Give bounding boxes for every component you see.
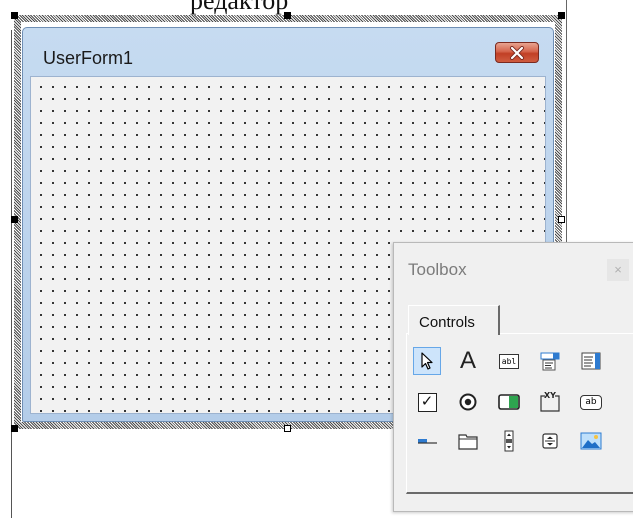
toolbox-close-button[interactable]: ×	[607, 259, 629, 281]
image-icon	[580, 432, 602, 450]
toolbox-title: Toolbox	[408, 260, 467, 279]
userform-title: UserForm1	[43, 48, 134, 68]
vba-editor-canvas: редактор UserForm1 Toolbox × Controls A …	[0, 0, 633, 518]
userform-close-button[interactable]	[495, 42, 539, 63]
frame-caption: XY	[544, 391, 556, 400]
resize-handle-bottom-center[interactable]	[284, 425, 291, 432]
tool-multipage[interactable]	[454, 427, 482, 455]
resize-handle-top-left	[11, 12, 18, 19]
tool-textbox[interactable]: abl	[495, 347, 523, 375]
right-divider-line	[566, 0, 567, 250]
tool-optionbutton[interactable]	[454, 388, 482, 416]
top-caption-text: редактор	[190, 0, 289, 15]
userform-titlebar: UserForm1	[23, 28, 553, 76]
multipage-icon	[458, 434, 478, 450]
tabstrip-icon	[418, 439, 437, 444]
textbox-abl-icon: abl	[499, 353, 519, 369]
tool-togglebutton[interactable]	[495, 388, 523, 416]
tool-tabstrip[interactable]	[413, 427, 441, 455]
resize-handle-top-center	[284, 12, 291, 19]
tool-label[interactable]: A	[454, 347, 482, 375]
tool-frame[interactable]: XY	[536, 388, 564, 416]
tool-commandbutton[interactable]: ab	[577, 388, 605, 416]
scrollbar-icon	[504, 430, 514, 452]
label-A-icon: A	[459, 347, 476, 374]
tool-select-objects[interactable]	[413, 347, 441, 375]
tool-checkbox[interactable]: ✓	[413, 388, 441, 416]
pointer-arrow-icon	[421, 352, 433, 370]
tool-image[interactable]	[577, 427, 605, 455]
spin-button-icon	[542, 433, 558, 449]
listbox-icon	[581, 352, 601, 370]
tool-spinbutton[interactable]	[536, 427, 564, 455]
toggle-button-icon	[498, 394, 520, 410]
radio-button-icon	[459, 393, 477, 411]
command-button-ab-icon: ab	[580, 394, 602, 410]
tool-combobox[interactable]	[536, 347, 564, 375]
combobox-icon	[540, 352, 560, 371]
resize-handle-bottom-left	[11, 425, 18, 432]
resize-handle-middle-left	[11, 216, 18, 223]
tab-controls[interactable]: Controls	[408, 305, 500, 335]
toolbox-window[interactable]: Toolbox × Controls A abl ✓ XY ab	[393, 242, 633, 512]
checkbox-icon: ✓	[417, 392, 437, 412]
tool-scrollbar[interactable]	[495, 427, 523, 455]
tool-listbox[interactable]	[577, 347, 605, 375]
left-divider-line	[11, 30, 12, 518]
resize-handle-top-right	[558, 12, 565, 19]
resize-handle-middle-right[interactable]	[558, 216, 565, 223]
close-icon	[510, 45, 524, 60]
